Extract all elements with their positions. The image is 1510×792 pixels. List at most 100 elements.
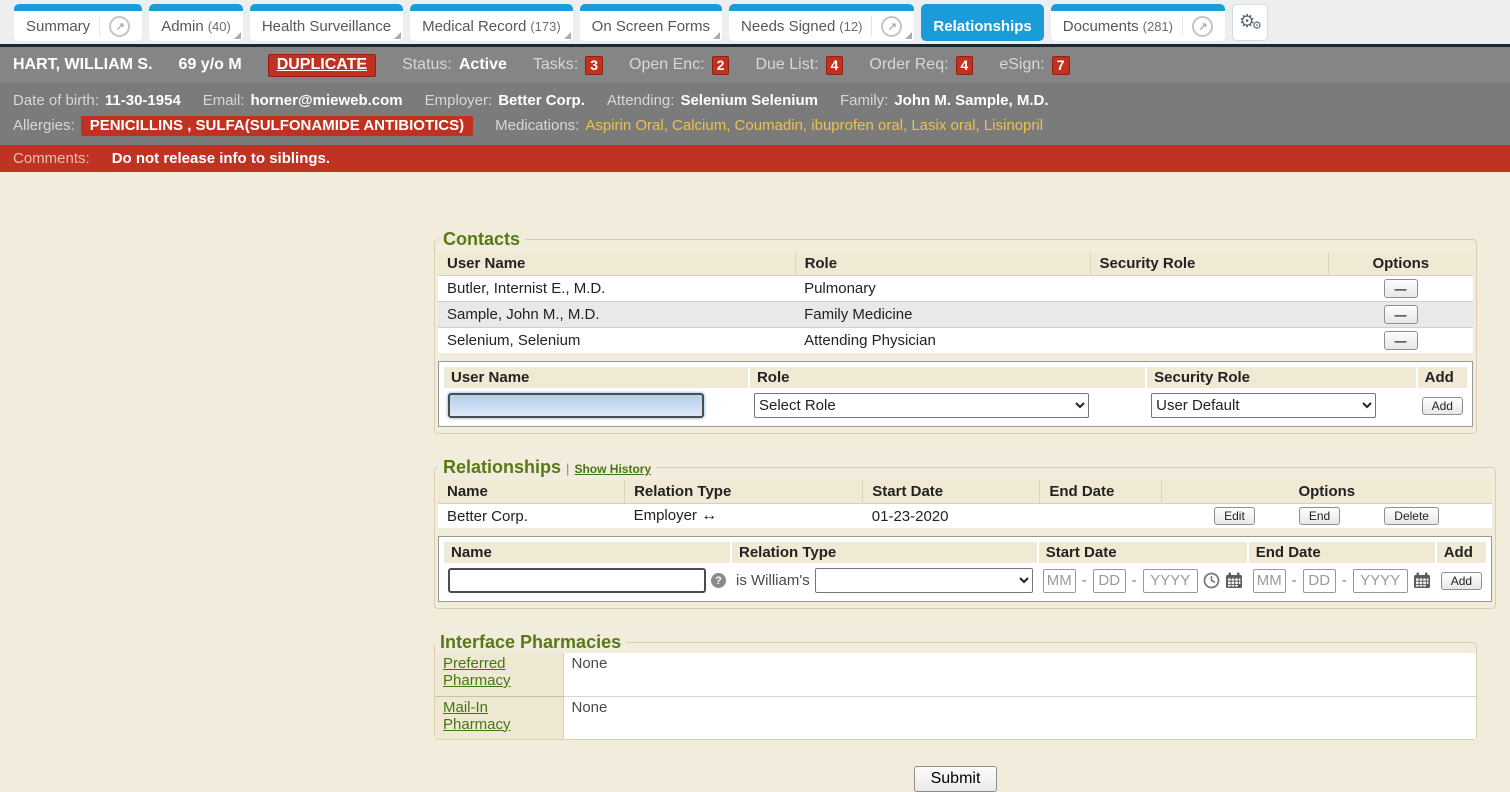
family-value: John M. Sample, M.D. (894, 92, 1048, 109)
open-record-icon[interactable]: ↗ (109, 16, 130, 37)
relationship-name: Better Corp. (438, 504, 625, 529)
tab-needs-signed-count: (12) (839, 19, 862, 34)
relation-type-select[interactable] (815, 568, 1033, 593)
relationships-col-end-date: End Date (1040, 480, 1161, 504)
esign-count-badge[interactable]: 7 (1052, 56, 1070, 75)
tab-summary[interactable]: Summary ↗ (14, 4, 142, 41)
settings-gear-button[interactable]: ⚙ ⚙ (1232, 4, 1268, 41)
tab-needs-signed[interactable]: Needs Signed (12) ↗ (729, 4, 914, 41)
remove-contact-button[interactable]: — (1384, 279, 1418, 298)
interface-pharmacies-section: Interface Pharmacies Preferred Pharmacy … (434, 632, 1477, 740)
tab-on-screen-forms-label: On Screen Forms (592, 18, 710, 35)
tab-on-screen-forms[interactable]: On Screen Forms (580, 4, 722, 41)
open-record-icon[interactable]: ↗ (881, 16, 902, 37)
start-day-input[interactable] (1093, 569, 1126, 593)
add-relationship-col-add: Add (1437, 542, 1486, 563)
remove-contact-button[interactable]: — (1384, 331, 1418, 350)
patient-age-sex: 69 y/o M (179, 56, 242, 74)
date-separator: - (1082, 572, 1087, 589)
calendar-icon[interactable] (1225, 572, 1243, 589)
remove-contact-button[interactable]: — (1384, 305, 1418, 324)
add-contact-header-row: User Name Role Security Role Add (444, 367, 1467, 388)
mail-in-pharmacy-link[interactable]: Mail-In Pharmacy (443, 699, 511, 733)
tasks-count-badge[interactable]: 3 (585, 56, 603, 75)
tab-relationships[interactable]: Relationships (921, 4, 1043, 41)
employer-label: Employer: (425, 92, 493, 109)
open-enc-count-badge[interactable]: 2 (712, 56, 730, 75)
add-contact-col-security-role: Security Role (1147, 367, 1416, 388)
open-record-icon[interactable]: ↗ (1192, 16, 1213, 37)
contact-name: Butler, Internist E., M.D. (438, 276, 795, 302)
end-month-input[interactable] (1253, 569, 1286, 593)
add-contact-table: User Name Role Security Role Add Select … (442, 365, 1469, 423)
contact-role-select[interactable]: Select Role (754, 393, 1089, 418)
allergies-value[interactable]: PENICILLINS , SULFA(SULFONAMIDE ANTIBIOT… (81, 116, 473, 136)
due-list-count-badge[interactable]: 4 (826, 56, 844, 75)
contact-name: Selenium, Selenium (438, 328, 795, 354)
tab-divider (99, 16, 100, 36)
relationship-start-date: 01-23-2020 (863, 504, 1040, 529)
contact-security-role-select[interactable]: User Default (1151, 393, 1376, 418)
relationships-title-text: Relationships (443, 457, 561, 477)
delete-relationship-button[interactable]: Delete (1384, 507, 1439, 525)
relationship-name-input[interactable] (448, 568, 706, 593)
edit-relationship-button[interactable]: Edit (1214, 507, 1255, 525)
add-contact-button[interactable]: Add (1422, 397, 1463, 415)
end-relationship-button[interactable]: End (1299, 507, 1340, 525)
submit-button[interactable]: Submit (914, 766, 998, 792)
add-relationship-button[interactable]: Add (1441, 572, 1482, 590)
medications-label: Medications: (495, 117, 579, 134)
tab-health-surveillance-label: Health Surveillance (262, 18, 391, 35)
start-month-input[interactable] (1043, 569, 1076, 593)
dob-label: Date of birth: (13, 92, 99, 109)
preferred-pharmacy-link[interactable]: Preferred Pharmacy (443, 655, 511, 689)
table-row: Preferred Pharmacy None (435, 653, 1476, 696)
relationships-col-relation-type: Relation Type (625, 480, 863, 504)
contacts-col-role: Role (795, 252, 1090, 276)
tasks-label: Tasks: (533, 56, 578, 74)
start-year-input[interactable] (1143, 569, 1198, 593)
family-label: Family: (840, 92, 888, 109)
demographics-line: Date of birth: 11-30-1954 Email: horner@… (13, 88, 1497, 113)
contact-user-name-input[interactable] (448, 393, 704, 418)
attending-label: Attending: (607, 92, 675, 109)
contact-role: Attending Physician (795, 328, 1090, 354)
tab-medical-record-count: (173) (530, 19, 560, 34)
tab-health-surveillance[interactable]: Health Surveillance (250, 4, 403, 41)
help-icon[interactable]: ? (711, 573, 726, 588)
tab-documents[interactable]: Documents (281) ↗ (1051, 4, 1225, 41)
medications-list[interactable]: Aspirin Oral, Calcium, Coumadin, ibuprof… (585, 117, 1043, 134)
end-day-input[interactable] (1303, 569, 1336, 593)
tab-summary-label: Summary (26, 18, 90, 35)
add-relationship-col-relation-type: Relation Type (732, 542, 1037, 563)
duplicate-flag[interactable]: DUPLICATE (268, 54, 376, 77)
relationships-col-name: Name (438, 480, 625, 504)
add-relationship-input-row: ? is William's - (444, 565, 1486, 596)
contact-role: Family Medicine (795, 302, 1090, 328)
contacts-section: Contacts User Name Role Security Role Op… (434, 229, 1477, 434)
table-row: Selenium, Selenium Attending Physician — (438, 328, 1473, 354)
relationship-type: Employer ↔ (625, 504, 863, 529)
tab-needs-signed-label: Needs Signed (741, 18, 835, 35)
tab-admin[interactable]: Admin (40) (149, 4, 243, 41)
order-req-count-badge[interactable]: 4 (956, 56, 974, 75)
contacts-col-security-role: Security Role (1090, 252, 1328, 276)
add-contact-col-role: Role (750, 367, 1145, 388)
comments-label: Comments: (13, 150, 90, 167)
relationship-type-text: Employer (634, 507, 697, 524)
clock-icon[interactable] (1203, 572, 1220, 589)
relationships-col-options: Options (1161, 480, 1492, 504)
relationships-title: Relationships | Show History (438, 457, 656, 478)
show-history-link[interactable]: Show History (574, 462, 651, 476)
patient-banner: HART, WILLIAM S. 69 y/o M DUPLICATE Stat… (0, 47, 1510, 83)
esign-label: eSign: (999, 56, 1044, 74)
calendar-icon[interactable] (1413, 572, 1431, 589)
patient-demographics: Date of birth: 11-30-1954 Email: horner@… (0, 83, 1510, 145)
tab-admin-count: (40) (208, 19, 231, 34)
add-relationship-col-name: Name (444, 542, 730, 563)
due-list-label: Due List: (755, 56, 818, 74)
end-year-input[interactable] (1353, 569, 1408, 593)
relationships-header-row: Name Relation Type Start Date End Date O… (438, 480, 1492, 504)
tab-medical-record[interactable]: Medical Record (173) (410, 4, 573, 41)
order-req-label: Order Req: (869, 56, 948, 74)
